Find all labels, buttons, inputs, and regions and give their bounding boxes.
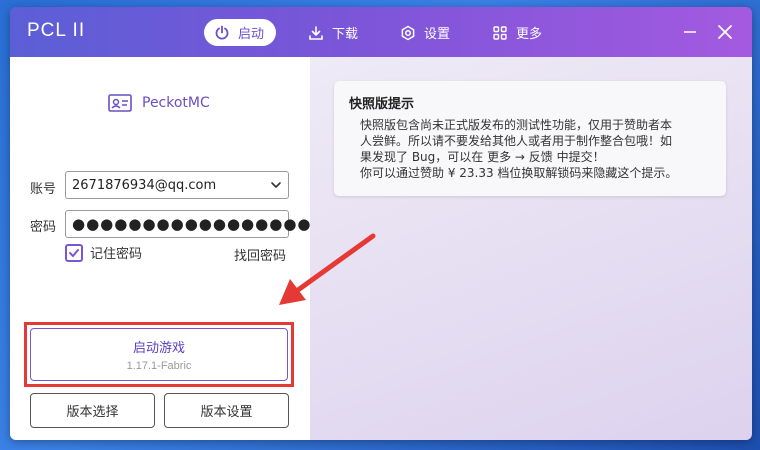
launch-version-label: 1.17.1-Fabric <box>126 360 192 372</box>
notice-line: 快照版包含尚未正式版发布的测试性功能，仅用于赞助者本 <box>360 118 673 132</box>
notice-body: 快照版包含尚未正式版发布的测试性功能，仅用于赞助者本 人尝鲜。所以请不要发给其他… <box>360 117 710 181</box>
tab-more-label: 更多 <box>516 27 543 42</box>
tab-download[interactable]: 下载 <box>298 19 370 46</box>
password-field[interactable]: ●●●●●●●●●●●●●●●●●● <box>65 210 325 238</box>
notice-title: 快照版提示 <box>349 97 415 112</box>
tab-more[interactable]: 更多 <box>482 19 554 46</box>
launch-game-button[interactable]: 启动游戏 1.17.1-Fabric <box>30 328 288 381</box>
minimize-button[interactable] <box>679 21 701 43</box>
tab-download-label: 下载 <box>332 27 359 42</box>
tab-settings-label: 设置 <box>424 27 451 42</box>
checkbox-box[interactable] <box>65 243 83 262</box>
user-profile: PeckotMC <box>108 93 210 113</box>
account-select[interactable]: 2671876934@qq.com <box>65 171 289 199</box>
power-icon <box>215 25 229 39</box>
tab-launch-label: 启动 <box>238 27 265 42</box>
main-panel: 快照版提示 快照版包含尚未正式版发布的测试性功能，仅用于赞助者本 人尝鲜。所以请… <box>310 57 752 440</box>
tab-settings[interactable]: 设置 <box>390 19 462 46</box>
download-icon <box>309 25 323 40</box>
grid-icon <box>493 25 507 40</box>
forgot-password-link[interactable]: 找回密码 <box>234 245 286 264</box>
checkmark-icon <box>69 248 79 257</box>
account-value: 2671876934@qq.com <box>72 177 217 193</box>
title-bar[interactable]: PCL II 启动 下载 设置 更多 <box>10 7 752 57</box>
snapshot-notice-card: 快照版提示 快照版包含尚未正式版发布的测试性功能，仅用于赞助者本 人尝鲜。所以请… <box>334 81 726 196</box>
app-title: PCL II <box>27 20 86 41</box>
user-card-icon <box>108 94 132 112</box>
version-select-button[interactable]: 版本选择 <box>30 393 155 428</box>
chevron-down-icon <box>271 182 281 188</box>
tab-launch[interactable]: 启动 <box>204 19 277 46</box>
notice-line: 人尝鲜。所以请不要发给其他人或者用于制作整合包哦！如 <box>360 134 673 148</box>
close-button[interactable] <box>714 21 736 43</box>
password-value: ●●●●●●●●●●●●●●●●●● <box>72 215 326 233</box>
launch-game-label: 启动游戏 <box>132 341 185 356</box>
remember-password-checkbox[interactable]: 记住密码 <box>65 243 142 262</box>
notice-line: 你可以通过赞助 ¥ 23.33 档位换取解锁码来隐藏这个提示。 <box>360 166 678 180</box>
launcher-window: PCL II 启动 下载 设置 更多 PeckotMC 账号 267187693… <box>10 7 752 440</box>
close-icon <box>718 25 732 39</box>
account-label: 账号 <box>30 182 57 197</box>
settings-icon <box>401 25 415 40</box>
minimize-icon <box>684 31 696 33</box>
notice-line: 果发现了 Bug，可以在 更多 → 反馈 中提交！ <box>360 150 605 164</box>
username: PeckotMC <box>142 95 210 111</box>
remember-password-label: 记住密码 <box>90 247 143 262</box>
version-settings-button[interactable]: 版本设置 <box>164 393 289 428</box>
password-label: 密码 <box>30 220 57 235</box>
login-sidebar: PeckotMC 账号 2671876934@qq.com 密码 ●●●●●●●… <box>10 57 325 440</box>
annotation-highlight-box: 启动游戏 1.17.1-Fabric <box>24 322 294 387</box>
